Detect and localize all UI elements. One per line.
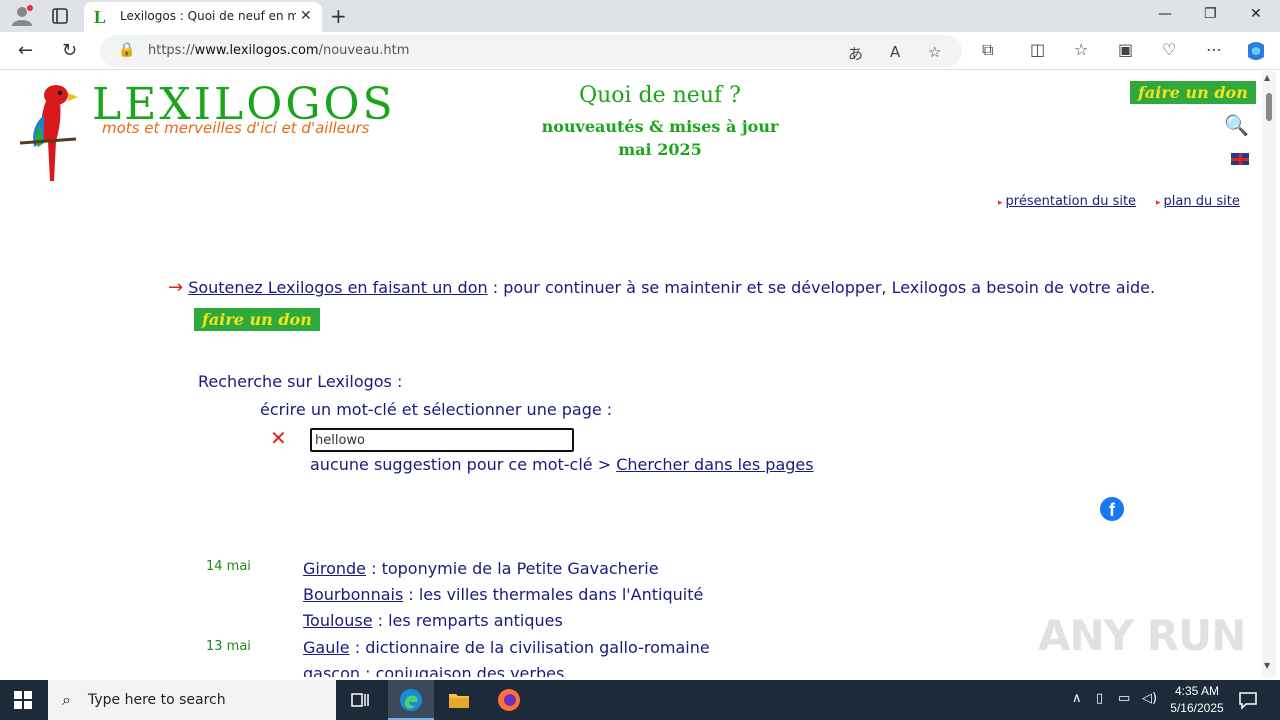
collections-icon[interactable]: ▣ bbox=[1118, 40, 1133, 59]
news-date: 13 mai bbox=[206, 639, 251, 654]
page-title: Quoi de neuf ? bbox=[579, 83, 741, 108]
task-view-icon[interactable] bbox=[348, 688, 372, 712]
link-site-plan[interactable]: ▸ plan du site bbox=[1156, 194, 1240, 209]
news-item: gascon : conjugaison des verbes bbox=[303, 664, 565, 677]
minimize-icon[interactable]: — bbox=[1158, 6, 1172, 22]
clock-date: 5/16/2025 bbox=[1170, 701, 1224, 715]
support-message: → Soutenez Lexilogos en faisant un don :… bbox=[168, 277, 1155, 298]
back-icon[interactable]: ← bbox=[18, 40, 33, 61]
clear-search-icon[interactable]: ✕ bbox=[270, 426, 287, 450]
triangle-bullet-icon: ▸ bbox=[998, 198, 1003, 208]
tab-title: Lexilogos : Quoi de neuf en mai 2 bbox=[120, 9, 296, 23]
read-aloud-icon[interactable]: A bbox=[890, 43, 900, 61]
new-tab-icon[interactable]: + bbox=[330, 4, 347, 28]
restore-icon[interactable]: ❐ bbox=[1204, 6, 1217, 22]
refresh-icon[interactable]: ↻ bbox=[62, 40, 77, 61]
windows-start-icon[interactable] bbox=[14, 691, 32, 709]
logo-tagline: mots et merveilles d'ici et d'ailleurs bbox=[102, 119, 370, 137]
support-text: : pour continuer à se maintenir et se dé… bbox=[487, 278, 1156, 297]
browser-tab-active[interactable]: L Lexilogos : Quoi de neuf en mai 2 ✕ bbox=[84, 2, 322, 32]
search-instruction: écrire un mot-clé et sélectionner une pa… bbox=[260, 400, 613, 419]
favorite-star-icon[interactable]: ☆ bbox=[928, 43, 941, 61]
windows-taskbar: ⌕ Type here to search ∧ ▯ ▭ ◁) 4:35 AM 5… bbox=[0, 680, 1280, 720]
donate-button-header[interactable]: faire un don bbox=[1130, 81, 1256, 104]
network-icon[interactable]: ▭ bbox=[1118, 691, 1130, 706]
news-item: Bourbonnais : les villes thermales dans … bbox=[303, 585, 704, 604]
edge-browser-icon[interactable] bbox=[399, 688, 423, 712]
link-presentation[interactable]: ▸ présentation du site bbox=[998, 194, 1136, 209]
address-bar[interactable]: 🔒 https://www.lexilogos.com/nouveau.htm … bbox=[100, 35, 962, 67]
device-icon[interactable]: ▯ bbox=[1096, 691, 1103, 706]
volume-icon[interactable]: ◁) bbox=[1142, 691, 1157, 706]
english-flag-icon[interactable] bbox=[1231, 153, 1249, 165]
donate-button[interactable]: faire un don bbox=[194, 308, 320, 331]
profile-icon[interactable] bbox=[10, 5, 34, 27]
parrot-logo-icon[interactable] bbox=[16, 81, 82, 187]
split-screen-icon[interactable]: ◫ bbox=[1030, 40, 1045, 59]
support-link[interactable]: Soutenez Lexilogos en faisant un don bbox=[188, 278, 487, 297]
news-item: Gironde : toponymie de la Petite Gavache… bbox=[303, 559, 659, 578]
notification-icon[interactable] bbox=[1236, 688, 1260, 712]
facebook-icon[interactable]: f bbox=[1100, 497, 1124, 521]
file-explorer-icon[interactable] bbox=[447, 688, 471, 712]
search-icon: ⌕ bbox=[62, 690, 71, 709]
browser-essentials-icon[interactable]: ♡ bbox=[1162, 40, 1176, 59]
clock-time: 4:35 AM bbox=[1174, 684, 1220, 698]
scroll-thumb[interactable] bbox=[1266, 93, 1272, 121]
news-date: 14 mai bbox=[206, 559, 251, 574]
subtitle-updates: nouveautés & mises à jour bbox=[541, 117, 779, 136]
anyrun-watermark: ANY RUN bbox=[1038, 611, 1246, 660]
no-suggestion-text: aucune suggestion pour ce mot-clé > bbox=[310, 455, 617, 474]
news-item: Toulouse : les remparts antiques bbox=[303, 611, 563, 630]
lexilogos-favicon-icon: L bbox=[94, 7, 107, 27]
lock-icon[interactable]: 🔒 bbox=[118, 42, 135, 58]
more-menu-icon[interactable]: ⋯ bbox=[1206, 40, 1222, 59]
search-heading: Recherche sur Lexilogos : bbox=[198, 372, 403, 391]
tab-actions-icon[interactable] bbox=[50, 6, 70, 26]
show-hidden-icons-icon[interactable]: ∧ bbox=[1072, 691, 1082, 706]
extensions-icon[interactable]: ⧉ bbox=[982, 40, 993, 60]
firefox-icon[interactable] bbox=[497, 688, 521, 712]
system-clock[interactable]: 4:35 AM 5/16/2025 bbox=[1162, 683, 1232, 717]
page-subtitle: nouveautés & mises à jour mai 2025 bbox=[484, 115, 836, 161]
copilot-icon[interactable] bbox=[1244, 39, 1268, 63]
vertical-scrollbar[interactable]: ▲ ▼ bbox=[1262, 71, 1276, 677]
close-window-icon[interactable]: ✕ bbox=[1250, 6, 1262, 22]
favorites-icon[interactable]: ☆ bbox=[1074, 40, 1088, 59]
triangle-bullet-icon: ▸ bbox=[1156, 198, 1161, 208]
subtitle-month: mai 2025 bbox=[618, 140, 702, 159]
browser-tab-bar: L Lexilogos : Quoi de neuf en mai 2 ✕ + … bbox=[0, 0, 1280, 32]
search-magnifier-icon[interactable]: 🔍 bbox=[1224, 113, 1249, 137]
taskbar-search-placeholder: Type here to search bbox=[88, 692, 226, 708]
scroll-down-icon[interactable]: ▼ bbox=[1264, 661, 1270, 670]
close-tab-icon[interactable]: ✕ bbox=[300, 8, 312, 24]
no-suggestion-row: aucune suggestion pour ce mot-clé > Cher… bbox=[310, 455, 814, 474]
url-text[interactable]: https://www.lexilogos.com/nouveau.htm bbox=[148, 43, 409, 58]
page-content: LEXILOGOS mots et merveilles d'ici et d'… bbox=[4, 71, 1262, 677]
red-arrow-icon: → bbox=[168, 277, 184, 298]
search-input[interactable] bbox=[310, 428, 574, 452]
translate-icon[interactable]: あ bbox=[848, 43, 863, 64]
search-pages-link[interactable]: Chercher dans les pages bbox=[616, 455, 813, 474]
taskbar-search-box[interactable]: ⌕ Type here to search bbox=[48, 680, 336, 720]
browser-toolbar: ← ↻ 🔒 https://www.lexilogos.com/nouveau.… bbox=[0, 32, 1280, 70]
news-item: Gaule : dictionnaire de la civilisation … bbox=[303, 638, 710, 657]
scroll-up-icon[interactable]: ▲ bbox=[1264, 73, 1270, 82]
